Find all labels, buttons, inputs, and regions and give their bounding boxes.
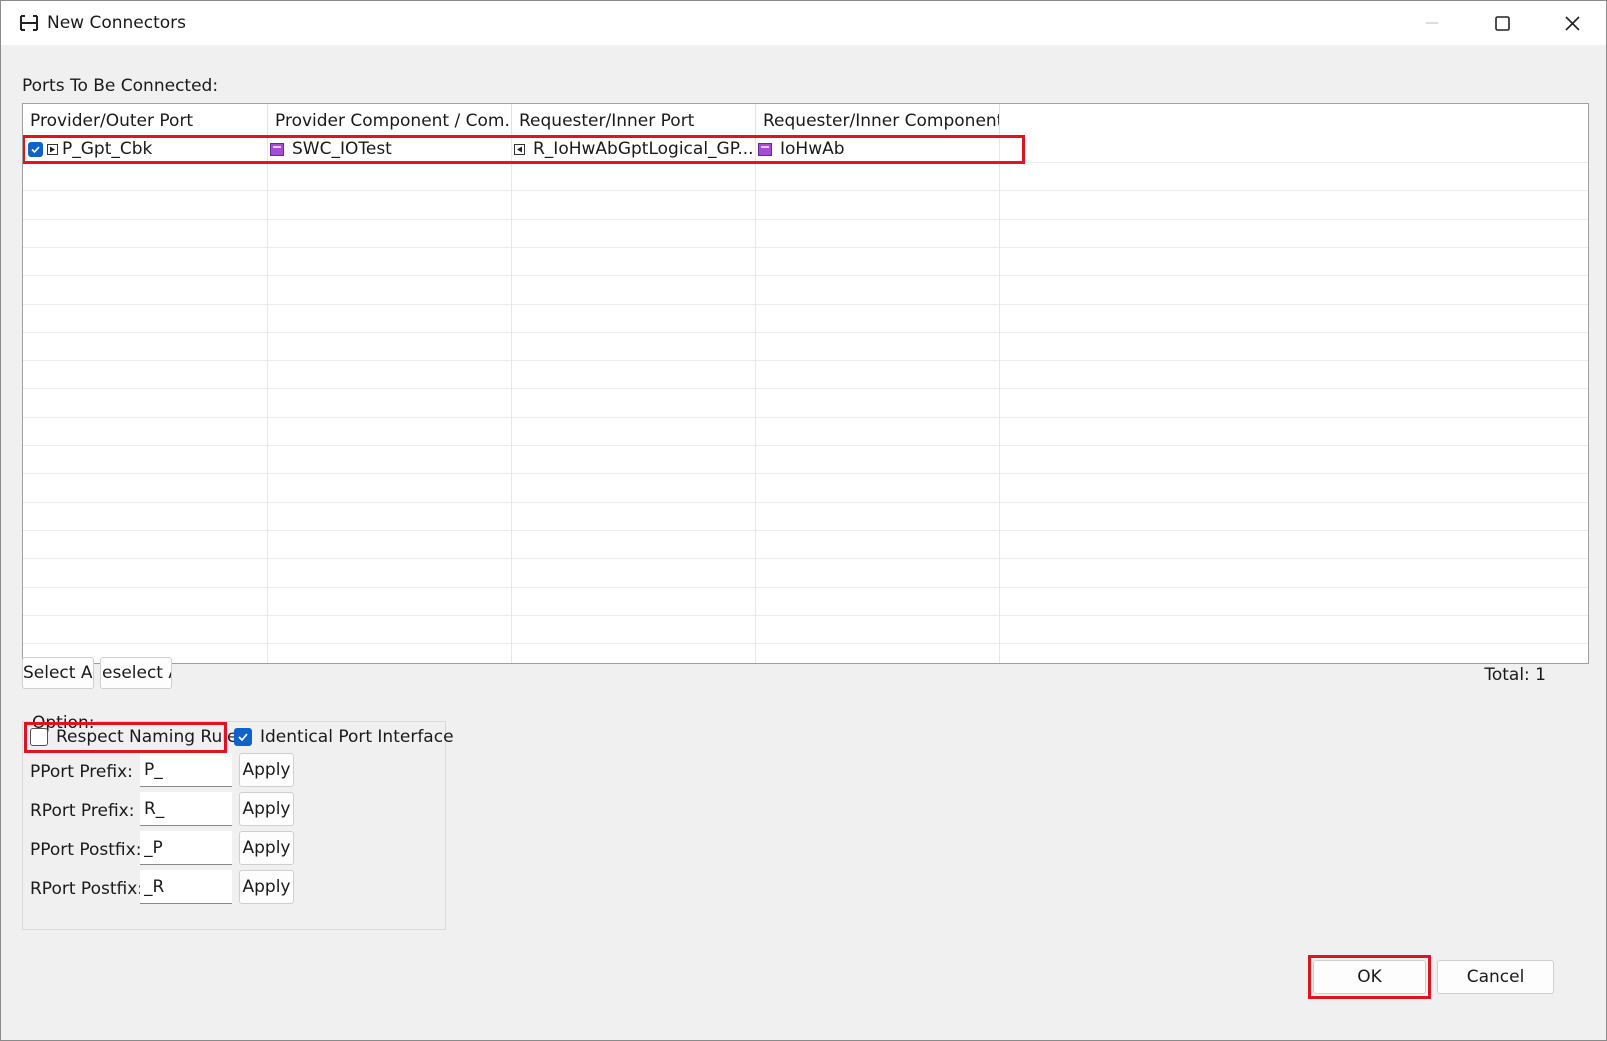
rport-postfix-input[interactable]: [140, 870, 232, 904]
grid-line: [23, 445, 1588, 475]
select-all-button[interactable]: Select Al: [22, 657, 94, 689]
connector-icon: [20, 15, 38, 31]
rport-postfix-label: RPort Postfix:: [30, 879, 143, 899]
grid-line: [23, 304, 1588, 333]
grid-line: [23, 247, 1588, 277]
respect-naming-rule-label: Respect Naming Rule: [56, 727, 238, 747]
ok-button[interactable]: OK: [1313, 960, 1426, 994]
pport-postfix-input[interactable]: [140, 831, 232, 865]
column-header-provider-component[interactable]: Provider Component / Com...: [268, 104, 512, 134]
provider-component-name: SWC_IOTest: [292, 139, 392, 159]
checkbox-unchecked[interactable]: [30, 728, 48, 746]
minimize-button[interactable]: [1397, 1, 1467, 45]
close-button[interactable]: [1537, 1, 1607, 45]
total-count: Total: 1: [1484, 665, 1546, 685]
column-header-requester-component[interactable]: Requester/Inner Component: [756, 104, 1000, 134]
rport-prefix-input[interactable]: [140, 792, 232, 826]
grid-line: [23, 360, 1588, 390]
deselect-all-button[interactable]: eselect A: [100, 657, 172, 689]
provider-port-icon: [47, 143, 58, 155]
grid-line: [23, 162, 1588, 192]
maximize-button[interactable]: [1467, 1, 1537, 45]
requester-port-icon: [514, 143, 525, 155]
column-divider: [267, 134, 268, 663]
pport-postfix-label: PPort Postfix:: [30, 840, 142, 860]
requester-component-cell: IoHwAb: [758, 135, 996, 163]
component-icon: [758, 142, 772, 156]
grid-line: [23, 276, 1588, 305]
provider-port-name: P_Gpt_Cbk: [62, 139, 153, 159]
rport-prefix-apply-button[interactable]: Apply: [239, 792, 294, 826]
grid-line: [23, 219, 1588, 248]
rport-prefix-label: RPort Prefix:: [30, 801, 135, 821]
provider-component-cell: SWC_IOTest: [270, 135, 508, 163]
grid-line: [23, 417, 1588, 446]
grid-line: [23, 559, 1588, 588]
grid-line: [23, 474, 1588, 503]
pport-prefix-label: PPort Prefix:: [30, 762, 133, 782]
close-icon: [1564, 15, 1580, 31]
rport-postfix-apply-button[interactable]: Apply: [239, 870, 294, 904]
provider-port-cell: P_Gpt_Cbk: [28, 135, 266, 163]
minimize-icon: [1426, 22, 1438, 24]
grid-line: [23, 332, 1588, 362]
column-divider: [999, 134, 1000, 663]
grid-line: [23, 191, 1588, 220]
grid-line: [23, 615, 1588, 645]
pport-prefix-apply-button[interactable]: Apply: [239, 753, 294, 787]
new-connectors-dialog: New Connectors Ports To Be Connected: Pr…: [0, 0, 1607, 1041]
respect-naming-rule-checkbox[interactable]: Respect Naming Rule: [30, 727, 237, 747]
identical-port-interface-checkbox[interactable]: Identical Port Interface: [234, 727, 454, 747]
row-checkbox[interactable]: [28, 141, 43, 157]
checkmark-icon: [238, 733, 248, 742]
grid-line: [23, 587, 1588, 616]
component-icon: [270, 142, 284, 156]
grid-line: [23, 389, 1588, 418]
pport-prefix-input[interactable]: [140, 753, 232, 787]
grid-line: [23, 530, 1588, 560]
table-header: Provider/Outer Port Provider Component /…: [23, 104, 1588, 134]
requester-component-name: IoHwAb: [780, 139, 845, 159]
identical-port-interface-label: Identical Port Interface: [260, 727, 454, 747]
maximize-icon: [1494, 15, 1510, 31]
window-title: New Connectors: [47, 13, 187, 33]
checkmark-icon: [31, 145, 40, 153]
requester-port-cell: R_IoHwAbGptLogical_GP...: [514, 135, 752, 163]
column-header-requester-port[interactable]: Requester/Inner Port: [512, 104, 756, 134]
grid-line: [23, 502, 1588, 531]
checkbox-checked[interactable]: [234, 728, 252, 746]
ports-section-label: Ports To Be Connected:: [22, 76, 219, 96]
requester-port-name: R_IoHwAbGptLogical_GP...: [533, 139, 752, 159]
cancel-button[interactable]: Cancel: [1437, 960, 1554, 994]
ports-table[interactable]: Provider/Outer Port Provider Component /…: [22, 103, 1589, 664]
title-bar: New Connectors: [1, 1, 1606, 45]
column-divider: [511, 134, 512, 663]
pport-postfix-apply-button[interactable]: Apply: [239, 831, 294, 865]
column-divider: [755, 134, 756, 663]
column-header-provider-port[interactable]: Provider/Outer Port: [23, 104, 268, 134]
